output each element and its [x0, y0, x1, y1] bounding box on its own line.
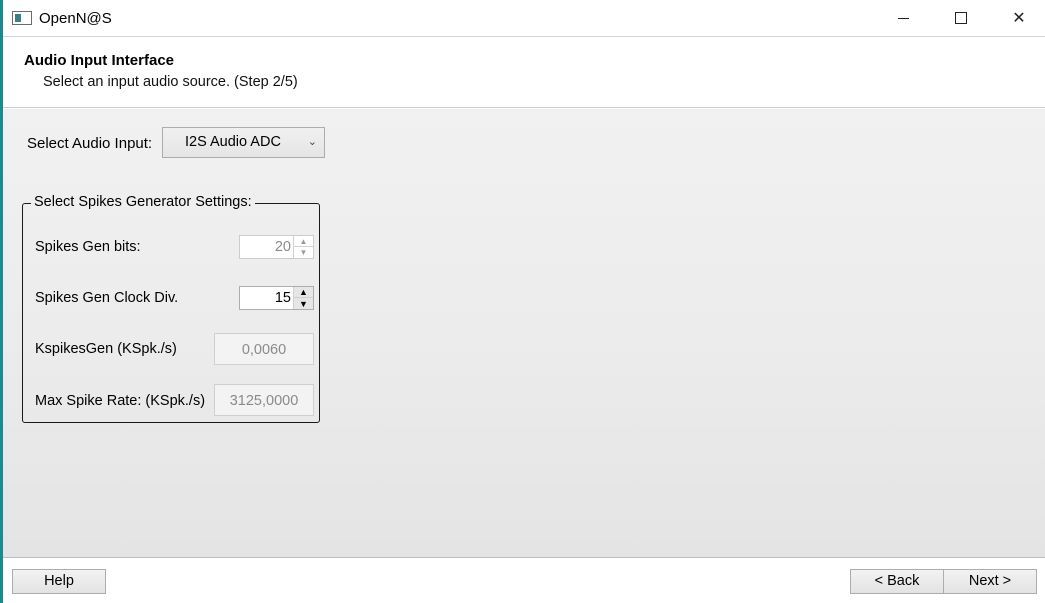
clock-div-stepper[interactable]: 15 ▲ ▼ [239, 286, 314, 310]
spikes-generator-group: Select Spikes Generator Settings: Spikes… [22, 194, 320, 423]
wizard-footer: Help < Back Next > [3, 559, 1045, 603]
page-subtitle: Select an input audio source. (Step 2/5) [43, 74, 298, 90]
arrow-up-icon[interactable]: ▲ [294, 287, 313, 298]
clock-div-label: Spikes Gen Clock Div. [35, 290, 179, 306]
max-rate-label: Max Spike Rate: (KSpk./s) [35, 393, 206, 409]
kspikes-label: KspikesGen (KSpk./s) [35, 341, 177, 357]
kspikes-value: 0,0060 [241, 342, 287, 358]
close-button[interactable]: ✕ [990, 0, 1045, 36]
gen-bits-stepper[interactable]: 20 ▲ ▼ [239, 235, 314, 259]
spikes-group-title: Select Spikes Generator Settings: [31, 194, 255, 210]
max-rate-value: 3125,0000 [229, 393, 299, 409]
help-button[interactable]: Help [12, 569, 106, 594]
close-icon: ✕ [1012, 10, 1026, 27]
audio-input-label: Select Audio Input: [27, 135, 153, 152]
gen-bits-value: 20 [274, 239, 291, 255]
audio-input-dropdown[interactable]: I2S Audio ADC ⌄ [162, 127, 325, 158]
maximize-button[interactable] [932, 0, 990, 36]
gen-bits-label: Spikes Gen bits: [35, 239, 141, 255]
back-button[interactable]: < Back [850, 569, 944, 594]
gen-bits-spin-buttons: ▲ ▼ [293, 236, 313, 258]
chevron-down-icon: ⌄ [307, 136, 317, 148]
app-window-icon [12, 11, 32, 25]
minimize-icon [897, 17, 909, 19]
main-window: OpenN@S ✕ Audio Input Interface Select a… [0, 0, 1045, 603]
audio-input-selected: I2S Audio ADC [185, 134, 281, 150]
window-title: OpenN@S [39, 10, 112, 27]
title-bar[interactable]: OpenN@S ✕ [3, 0, 1045, 37]
next-button[interactable]: Next > [943, 569, 1037, 594]
arrow-up-icon[interactable]: ▲ [294, 236, 313, 247]
max-rate-field: 3125,0000 [214, 384, 314, 416]
maximize-icon [955, 12, 967, 24]
arrow-down-icon[interactable]: ▼ [294, 298, 313, 309]
clock-div-value: 15 [274, 290, 291, 306]
kspikes-field: 0,0060 [214, 333, 314, 365]
minimize-button[interactable] [874, 0, 932, 36]
arrow-down-icon[interactable]: ▼ [294, 247, 313, 258]
wizard-header: Audio Input Interface Select an input au… [3, 38, 1045, 108]
clock-div-spin-buttons: ▲ ▼ [293, 287, 313, 309]
page-title: Audio Input Interface [24, 52, 174, 69]
wizard-content: Select Audio Input: I2S Audio ADC ⌄ Sele… [3, 109, 1045, 558]
